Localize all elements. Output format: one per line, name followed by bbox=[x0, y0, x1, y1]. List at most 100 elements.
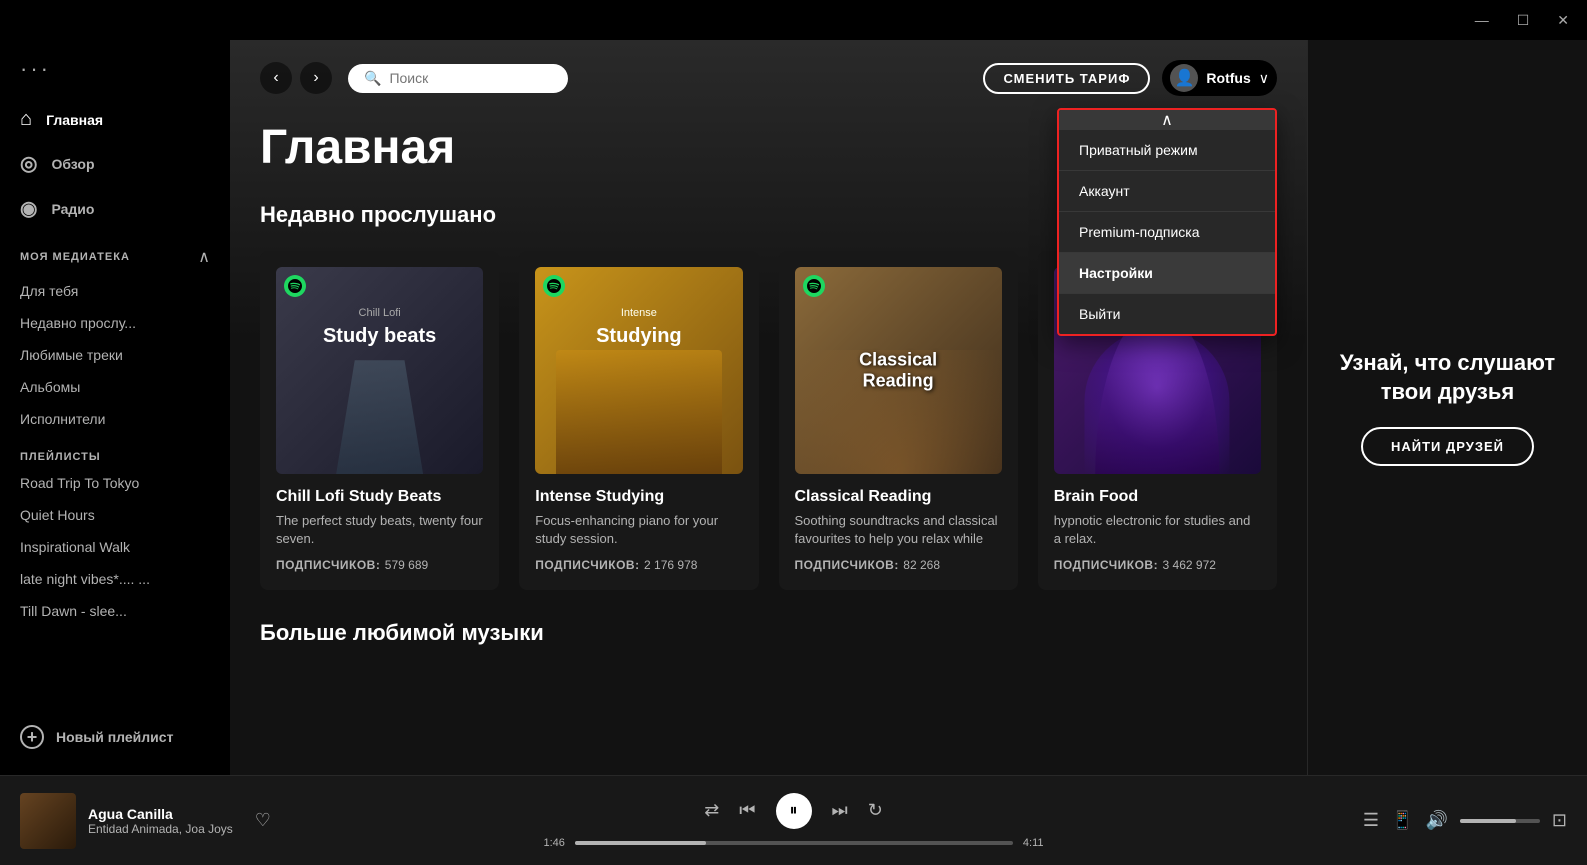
progress-fill bbox=[575, 841, 706, 845]
plus-icon: + bbox=[20, 725, 44, 749]
radio-icon: ◉ bbox=[20, 196, 37, 221]
fullscreen-icon[interactable]: ⊡ bbox=[1552, 810, 1567, 831]
more-section-title: Больше любимой музыки bbox=[260, 620, 1277, 646]
forward-button[interactable]: › bbox=[300, 62, 332, 94]
nav-arrows: ‹ › bbox=[260, 62, 332, 94]
my-library-chevron[interactable]: ∧ bbox=[198, 247, 210, 267]
pause-button[interactable]: ⏸ bbox=[776, 793, 812, 829]
sidebar-browse-label: Обзор bbox=[51, 156, 94, 172]
sidebar-item-inspirational[interactable]: Inspirational Walk bbox=[0, 531, 230, 563]
home-icon: ⌂ bbox=[20, 108, 32, 131]
player-song-title: Agua Canilla bbox=[88, 806, 233, 822]
card-brain-desc: hypnotic electronic for studies and a re… bbox=[1054, 512, 1261, 548]
dropdown-scroll-top: ∧ bbox=[1059, 110, 1275, 130]
recent-section-title: Недавно прослушано bbox=[260, 202, 496, 228]
sidebar-item-tilldawn[interactable]: Till Dawn - slee... bbox=[0, 595, 230, 627]
maximize-button[interactable]: ☐ bbox=[1511, 10, 1536, 31]
card-classical[interactable]: ClassicalReading Classical Reading Sooth… bbox=[779, 251, 1018, 590]
sidebar-item-favorites[interactable]: Любимые треки bbox=[0, 339, 230, 371]
sidebar-menu-dots[interactable]: ··· bbox=[0, 56, 230, 98]
search-input[interactable] bbox=[389, 70, 552, 86]
sidebar-item-roadtrip[interactable]: Road Trip To Tokyo bbox=[0, 467, 230, 499]
new-playlist-button[interactable]: + Новый плейлист bbox=[0, 715, 230, 759]
sidebar-item-artists[interactable]: Исполнители bbox=[0, 403, 230, 435]
volume-icon[interactable]: 🔊 bbox=[1425, 810, 1447, 831]
close-button[interactable]: ✕ bbox=[1551, 10, 1575, 31]
user-dropdown-menu: ∧ Приватный режим Аккаунт Premium-подпис… bbox=[1057, 108, 1277, 336]
main-content: ‹ › 🔍 СМЕНИТЬ ТАРИФ 👤 Rotfus ∨ ∧ Приватн… bbox=[230, 40, 1307, 775]
progress-track[interactable] bbox=[575, 841, 1013, 845]
chevron-down-icon: ∨ bbox=[1259, 70, 1269, 87]
card-study-img-label: Intense bbox=[555, 307, 722, 319]
player-artist: Entidad Animada, Joa Joys bbox=[88, 822, 233, 836]
card-classical-desc: Soothing soundtracks and classical favou… bbox=[795, 512, 1002, 548]
sidebar-home-label: Главная bbox=[46, 112, 103, 128]
devices-icon[interactable]: 📱 bbox=[1391, 810, 1413, 831]
my-library-label: МОЯ МЕДИАТЕКА bbox=[20, 251, 130, 263]
spotify-logo-chill bbox=[284, 275, 306, 297]
sidebar-item-recent[interactable]: Недавно прослу... bbox=[0, 307, 230, 339]
card-chill-title: Chill Lofi Study Beats bbox=[276, 488, 483, 506]
search-box[interactable]: 🔍 bbox=[348, 64, 568, 93]
sidebar-nav: ⌂ Главная ◎ Обзор ◉ Радио bbox=[0, 98, 230, 231]
sidebar-item-quiethours[interactable]: Quiet Hours bbox=[0, 499, 230, 531]
card-classical-title: Classical Reading bbox=[795, 488, 1002, 506]
card-study-img-sublabel: Studying bbox=[555, 325, 722, 348]
card-classical-image: ClassicalReading bbox=[795, 267, 1002, 474]
my-library-section-header: МОЯ МЕДИАТЕКА ∧ bbox=[0, 231, 230, 275]
card-chill-subs: ПОДПИСЧИКОВ: 579 689 bbox=[276, 556, 483, 574]
card-chill-img-sublabel: Study beats bbox=[296, 325, 463, 348]
lyrics-icon[interactable]: ☰ bbox=[1363, 810, 1379, 831]
volume-bar[interactable] bbox=[1460, 819, 1540, 823]
card-classical-subs: ПОДПИСЧИКОВ: 82 268 bbox=[795, 556, 1002, 574]
friends-title: Узнай, что слушают твои друзья bbox=[1328, 349, 1567, 406]
playlists-label: ПЛЕЙЛИСТЫ bbox=[0, 435, 230, 467]
card-studying[interactable]: Intense Studying Intense Studying Focus-… bbox=[519, 251, 758, 590]
player: Agua Canilla Entidad Animada, Joa Joys ♡… bbox=[0, 775, 1587, 865]
back-button[interactable]: ‹ bbox=[260, 62, 292, 94]
heart-icon[interactable]: ♡ bbox=[255, 810, 271, 831]
card-studying-title: Intense Studying bbox=[535, 488, 742, 506]
card-chill[interactable]: Chill Lofi Study beats Chill Lofi Study … bbox=[260, 251, 499, 590]
shuffle-button[interactable]: ⇄ bbox=[704, 800, 719, 821]
dropdown-item-premium[interactable]: Premium-подписка bbox=[1059, 212, 1275, 253]
avatar: 👤 bbox=[1170, 64, 1198, 92]
user-menu-trigger[interactable]: 👤 Rotfus ∨ bbox=[1162, 60, 1277, 96]
dropdown-item-logout[interactable]: Выйти bbox=[1059, 294, 1275, 334]
search-icon: 🔍 bbox=[364, 70, 381, 87]
card-brain-subs: ПОДПИСЧИКОВ: 3 462 972 bbox=[1054, 556, 1261, 574]
sidebar-item-foryou[interactable]: Для тебя bbox=[0, 275, 230, 307]
find-friends-button[interactable]: НАЙТИ ДРУЗЕЙ bbox=[1361, 427, 1534, 466]
sidebar: ··· ⌂ Главная ◎ Обзор ◉ Радио МОЯ МЕДИАТ… bbox=[0, 40, 230, 775]
dropdown-item-account[interactable]: Аккаунт bbox=[1059, 171, 1275, 212]
player-right-controls: ☰ 📱 🔊 ⊡ bbox=[1287, 810, 1567, 831]
sidebar-library-scroll[interactable]: Для тебя Недавно прослу... Любимые треки… bbox=[0, 275, 230, 715]
sidebar-item-browse[interactable]: ◎ Обзор bbox=[0, 141, 230, 186]
user-name-label: Rotfus bbox=[1206, 70, 1250, 86]
sidebar-item-radio[interactable]: ◉ Радио bbox=[0, 186, 230, 231]
card-brain-title: Brain Food bbox=[1054, 488, 1261, 506]
dropdown-item-settings[interactable]: Настройки bbox=[1059, 253, 1275, 294]
upgrade-button[interactable]: СМЕНИТЬ ТАРИФ bbox=[983, 63, 1150, 94]
spotify-logo-classical bbox=[803, 275, 825, 297]
card-studying-desc: Focus-enhancing piano for your study ses… bbox=[535, 512, 742, 548]
current-time: 1:46 bbox=[544, 837, 565, 849]
sidebar-item-latenight[interactable]: late night vibes*.... ... bbox=[0, 563, 230, 595]
card-chill-image: Chill Lofi Study beats bbox=[276, 267, 483, 474]
new-playlist-label: Новый плейлист bbox=[56, 729, 173, 745]
next-button[interactable]: ⏭ bbox=[832, 800, 848, 821]
player-buttons: ⇄ ⏮ ⏸ ⏭ ↻ bbox=[704, 793, 883, 829]
repeat-button[interactable]: ↻ bbox=[868, 800, 883, 821]
volume-fill bbox=[1460, 819, 1516, 823]
card-studying-image: Intense Studying bbox=[535, 267, 742, 474]
player-thumbnail bbox=[20, 793, 76, 849]
dropdown-item-private[interactable]: Приватный режим bbox=[1059, 130, 1275, 171]
sidebar-item-home[interactable]: ⌂ Главная bbox=[0, 98, 230, 141]
titlebar: — ☐ ✕ bbox=[0, 0, 1587, 40]
minimize-button[interactable]: — bbox=[1469, 10, 1495, 30]
prev-button[interactable]: ⏮ bbox=[739, 800, 755, 821]
sidebar-item-albums[interactable]: Альбомы bbox=[0, 371, 230, 403]
right-panel: Узнай, что слушают твои друзья НАЙТИ ДРУ… bbox=[1307, 40, 1587, 775]
progress-bar[interactable]: 1:46 4:11 bbox=[544, 837, 1044, 849]
card-studying-subs: ПОДПИСЧИКОВ: 2 176 978 bbox=[535, 556, 742, 574]
